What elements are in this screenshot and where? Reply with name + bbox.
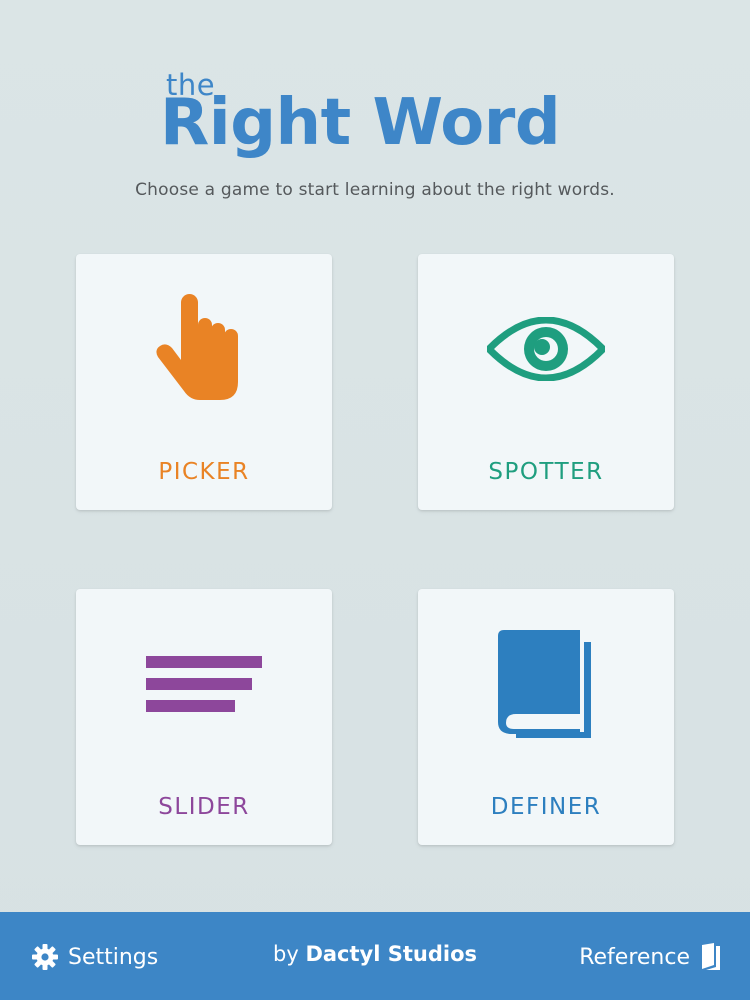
game-card-definer[interactable]: DEFINER (418, 589, 674, 845)
game-label-spotter: SPOTTER (488, 459, 604, 485)
game-card-picker[interactable]: PICKER (76, 254, 332, 510)
settings-button[interactable]: Settings (32, 940, 158, 974)
pointing-hand-icon (156, 294, 238, 400)
book-icon (702, 943, 720, 970)
reference-label: Reference (579, 944, 690, 970)
reference-button[interactable]: Reference (579, 940, 722, 974)
eye-icon (487, 317, 605, 381)
book-icon (498, 630, 591, 738)
game-label-definer: DEFINER (490, 794, 602, 820)
credit-studio-name: Dactyl Studios (305, 942, 477, 966)
text-lines-icon (146, 656, 262, 712)
settings-label: Settings (68, 944, 159, 970)
app-logo: the Right Word (160, 62, 600, 172)
footer-bar: Settings by Dactyl Studios Reference (0, 912, 750, 1000)
game-label-picker: PICKER (158, 459, 250, 485)
gear-icon (32, 944, 58, 970)
page-subtitle: Choose a game to start learning about th… (135, 180, 615, 200)
game-label-slider: SLIDER (158, 794, 250, 820)
logo-title: Right Word (160, 86, 561, 160)
game-card-spotter[interactable]: SPOTTER (418, 254, 674, 510)
game-card-slider[interactable]: SLIDER (76, 589, 332, 845)
credit-prefix: by (272, 942, 299, 966)
